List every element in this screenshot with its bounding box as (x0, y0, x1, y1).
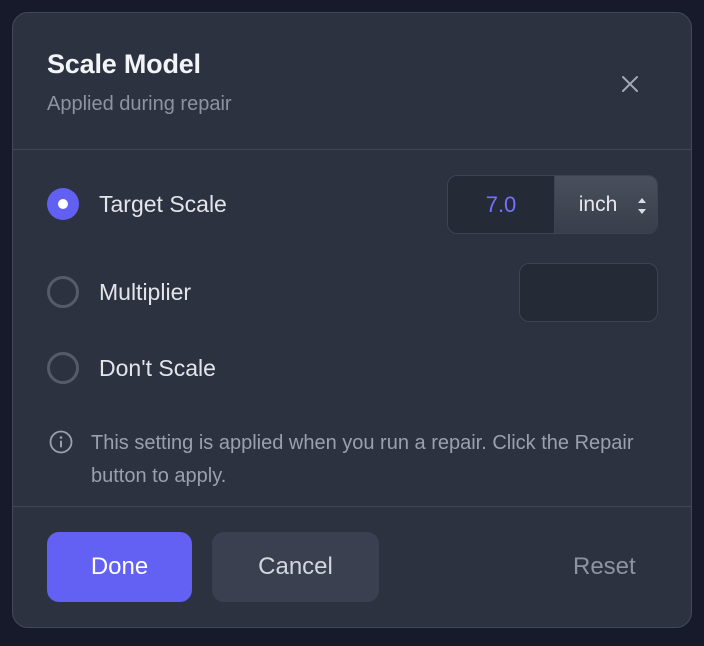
multiplier-label: Multiplier (99, 278, 192, 305)
footer-divider (13, 506, 691, 507)
target-scale-input[interactable] (448, 176, 554, 233)
target-scale-control: inch (447, 175, 658, 234)
header-divider (13, 149, 691, 150)
multiplier-input[interactable] (519, 263, 658, 322)
target-scale-radio[interactable] (47, 188, 79, 220)
done-button[interactable]: Done (47, 532, 192, 602)
dont-scale-radio[interactable] (47, 352, 79, 384)
cancel-button[interactable]: Cancel (212, 532, 379, 602)
info-text: This setting is applied when you run a r… (91, 432, 634, 487)
unit-select-value: inch (578, 192, 618, 216)
option-multiplier[interactable]: Multiplier (47, 272, 347, 312)
option-dont-scale[interactable]: Don't Scale (47, 348, 347, 388)
dialog-header: Scale Model Applied during repair (13, 13, 691, 150)
reset-button[interactable]: Reset (573, 553, 636, 581)
dialog-subtitle: Applied during repair (47, 93, 232, 115)
select-arrows-icon (638, 198, 646, 214)
close-icon (622, 76, 638, 92)
multiplier-radio[interactable] (47, 276, 79, 308)
target-scale-label: Target Scale (99, 190, 227, 217)
dialog-title: Scale Model (47, 49, 201, 79)
scale-model-dialog: Scale Model Applied during repair Target… (12, 12, 692, 628)
info-icon (49, 430, 73, 454)
unit-select[interactable]: inch (554, 176, 657, 233)
option-target-scale[interactable]: Target Scale (47, 184, 347, 224)
close-button[interactable] (613, 67, 647, 101)
dont-scale-label: Don't Scale (99, 354, 216, 381)
